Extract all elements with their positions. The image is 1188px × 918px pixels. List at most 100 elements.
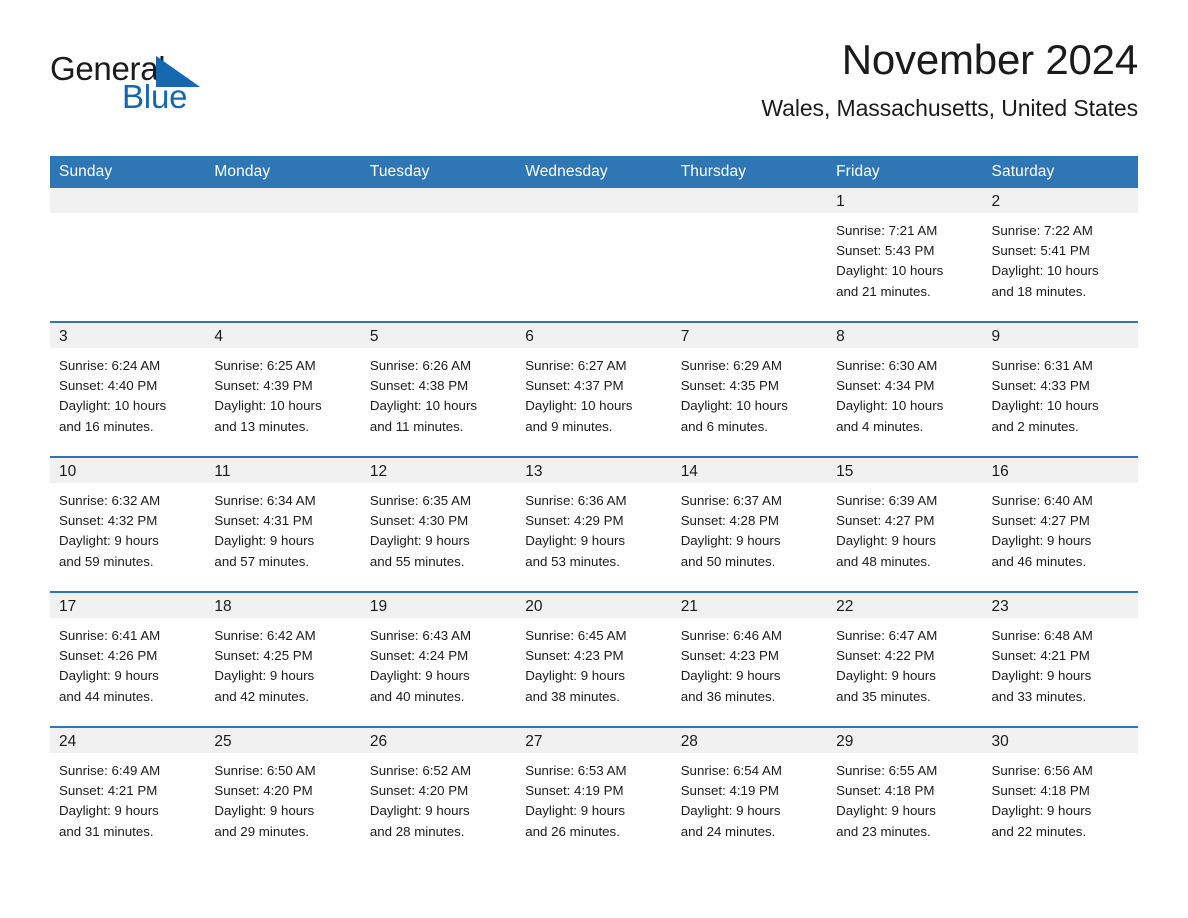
day-number: 29 bbox=[827, 728, 983, 753]
calendar-week-row: 3 Sunrise: 6:24 AM Sunset: 4:40 PM Daylight… bbox=[50, 321, 1138, 457]
calendar-day-cell[interactable]: 30 Sunrise: 6:56 AM Sunset: 4:18 PM Dayligh… bbox=[982, 726, 1138, 861]
calendar-day-cell[interactable]: 17 Sunrise: 6:41 AM Sunset: 4:26 PM Dayligh… bbox=[50, 591, 206, 727]
daylight-duration-line2: and 23 minutes. bbox=[836, 823, 931, 839]
daylight-duration-line2: and 21 minutes. bbox=[836, 283, 931, 299]
day-number bbox=[360, 188, 517, 213]
calendar-day-cell[interactable]: 23 Sunrise: 6:48 AM Sunset: 4:21 PM Dayligh… bbox=[982, 591, 1138, 727]
calendar-day-cell[interactable]: 22 Sunrise: 6:47 AM Sunset: 4:22 PM Dayligh… bbox=[827, 591, 983, 727]
sunset-time: Sunset: 4:23 PM bbox=[525, 648, 624, 664]
day-number: 17 bbox=[50, 593, 206, 618]
daylight-duration-line2: and 26 minutes. bbox=[525, 823, 620, 839]
calendar-day-cell[interactable]: 1 Sunrise: 7:21 AM Sunset: 5:43 PM Daylight… bbox=[827, 188, 983, 322]
day-details: Sunrise: 6:52 AM Sunset: 4:20 PM Daylight:… bbox=[361, 753, 516, 842]
general-blue-logo[interactable]: General Blue bbox=[50, 44, 200, 113]
daylight-duration-line2: and 55 minutes. bbox=[369, 553, 465, 569]
weekday-header-tuesday: Tuesday bbox=[360, 156, 517, 188]
sunrise-time: Sunrise: 6:45 AM bbox=[525, 628, 627, 643]
calendar-day-cell[interactable]: 19 Sunrise: 6:43 AM Sunset: 4:24 PM Dayligh… bbox=[360, 591, 517, 727]
daylight-duration-line1: Daylight: 9 hours bbox=[836, 533, 936, 549]
calendar-day-cell[interactable]: 21 Sunrise: 6:46 AM Sunset: 4:23 PM Dayligh… bbox=[671, 591, 828, 727]
sunset-time: Sunset: 5:41 PM bbox=[991, 243, 1090, 259]
day-number: 13 bbox=[516, 458, 672, 483]
day-cell-inner: 30 Sunrise: 6:56 AM Sunset: 4:18 PM Dayligh… bbox=[982, 728, 1138, 861]
daylight-duration-line2: and 57 minutes. bbox=[214, 553, 310, 569]
daylight-duration-line2: and 46 minutes. bbox=[991, 553, 1087, 569]
calendar-day-cell[interactable]: 26 Sunrise: 6:52 AM Sunset: 4:20 PM Dayligh… bbox=[360, 726, 517, 861]
daylight-duration-line1: Daylight: 9 hours bbox=[680, 668, 781, 684]
daylight-duration-line1: Daylight: 9 hours bbox=[214, 803, 315, 819]
sunset-time: Sunset: 4:20 PM bbox=[369, 783, 469, 799]
calendar-empty-cell bbox=[516, 188, 672, 322]
calendar-week-row: 1 Sunrise: 7:21 AM Sunset: 5:43 PM Daylight… bbox=[50, 188, 1138, 322]
sunset-time: Sunset: 4:25 PM bbox=[214, 648, 313, 664]
sunset-time: Sunset: 4:27 PM bbox=[991, 513, 1090, 529]
sunrise-time: Sunrise: 6:46 AM bbox=[680, 628, 782, 643]
calendar-day-cell[interactable]: 3 Sunrise: 6:24 AM Sunset: 4:40 PM Daylight… bbox=[50, 321, 206, 457]
daylight-duration-line1: Daylight: 10 hours bbox=[991, 263, 1099, 279]
sunset-time: Sunset: 4:23 PM bbox=[680, 648, 779, 664]
sunrise-time: Sunrise: 6:48 AM bbox=[991, 628, 1093, 643]
day-details: Sunrise: 6:31 AM Sunset: 4:33 PM Daylight:… bbox=[983, 348, 1138, 437]
calendar-day-cell[interactable]: 10 Sunrise: 6:32 AM Sunset: 4:32 PM Dayligh… bbox=[50, 456, 206, 592]
calendar-day-cell[interactable]: 18 Sunrise: 6:42 AM Sunset: 4:25 PM Dayligh… bbox=[205, 591, 361, 727]
day-details: Sunrise: 6:42 AM Sunset: 4:25 PM Daylight:… bbox=[205, 618, 360, 707]
sunset-time: Sunset: 5:43 PM bbox=[836, 243, 935, 259]
sunrise-time: Sunrise: 6:41 AM bbox=[59, 628, 161, 643]
sunset-time: Sunset: 4:39 PM bbox=[214, 378, 313, 394]
day-cell-inner: 1 Sunrise: 7:21 AM Sunset: 5:43 PM Daylight… bbox=[827, 188, 983, 321]
title-block: November 2024 Wales, Massachusetts, Unit… bbox=[200, 36, 1138, 122]
day-cell-inner: 10 Sunrise: 6:32 AM Sunset: 4:32 PM Dayligh… bbox=[50, 458, 206, 591]
calendar-day-cell[interactable]: 9 Sunrise: 6:31 AM Sunset: 4:33 PM Daylight… bbox=[982, 321, 1138, 457]
day-number: 9 bbox=[982, 323, 1138, 348]
sunrise-time: Sunrise: 6:25 AM bbox=[214, 358, 316, 373]
calendar-day-cell[interactable]: 28 Sunrise: 6:54 AM Sunset: 4:19 PM Dayligh… bbox=[671, 726, 828, 861]
calendar-day-cell[interactable]: 8 Sunrise: 6:30 AM Sunset: 4:34 PM Daylight… bbox=[827, 321, 983, 457]
calendar-day-cell[interactable]: 5 Sunrise: 6:26 AM Sunset: 4:38 PM Daylight… bbox=[360, 321, 517, 457]
daylight-duration-line2: and 6 minutes. bbox=[680, 418, 768, 434]
day-cell-inner: 15 Sunrise: 6:39 AM Sunset: 4:27 PM Dayligh… bbox=[827, 458, 983, 591]
day-number: 30 bbox=[982, 728, 1138, 753]
page-title: November 2024 bbox=[841, 36, 1138, 83]
sunrise-time: Sunrise: 6:42 AM bbox=[214, 628, 316, 643]
day-details: Sunrise: 6:56 AM Sunset: 4:18 PM Daylight:… bbox=[983, 753, 1138, 842]
calendar-day-cell[interactable]: 6 Sunrise: 6:27 AM Sunset: 4:37 PM Daylight… bbox=[516, 321, 672, 457]
calendar-day-cell[interactable]: 4 Sunrise: 6:25 AM Sunset: 4:39 PM Daylight… bbox=[205, 321, 361, 457]
sunrise-time: Sunrise: 6:52 AM bbox=[369, 763, 472, 778]
calendar-empty-cell bbox=[205, 188, 361, 322]
calendar-day-cell[interactable]: 29 Sunrise: 6:55 AM Sunset: 4:18 PM Dayligh… bbox=[827, 726, 983, 861]
sunrise-time: Sunrise: 6:49 AM bbox=[59, 763, 161, 778]
day-details: Sunrise: 6:45 AM Sunset: 4:23 PM Daylight:… bbox=[516, 618, 671, 707]
calendar-day-cell[interactable]: 2 Sunrise: 7:22 AM Sunset: 5:41 PM Daylight… bbox=[982, 188, 1138, 322]
calendar-day-cell[interactable]: 27 Sunrise: 6:53 AM Sunset: 4:19 PM Dayligh… bbox=[516, 726, 672, 861]
calendar-day-cell[interactable]: 13 Sunrise: 6:36 AM Sunset: 4:29 PM Dayligh… bbox=[516, 456, 672, 592]
sunset-time: Sunset: 4:21 PM bbox=[991, 648, 1090, 664]
daylight-duration-line2: and 36 minutes. bbox=[680, 688, 776, 704]
calendar-day-cell[interactable]: 24 Sunrise: 6:49 AM Sunset: 4:21 PM Dayligh… bbox=[50, 726, 206, 861]
sunrise-sunset-calendar: Sunday Monday Tuesday Wednesday Thursday… bbox=[50, 156, 1138, 861]
sunset-time: Sunset: 4:28 PM bbox=[680, 513, 779, 529]
calendar-day-cell[interactable]: 16 Sunrise: 6:40 AM Sunset: 4:27 PM Dayligh… bbox=[982, 456, 1138, 592]
day-number: 5 bbox=[360, 323, 517, 348]
sunset-time: Sunset: 4:18 PM bbox=[991, 783, 1090, 799]
calendar-week-row: 24 Sunrise: 6:49 AM Sunset: 4:21 PM Dayligh… bbox=[50, 726, 1138, 861]
daylight-duration-line2: and 13 minutes. bbox=[214, 418, 310, 434]
daylight-duration-line2: and 11 minutes. bbox=[369, 418, 464, 434]
day-cell-inner: 20 Sunrise: 6:45 AM Sunset: 4:23 PM Dayligh… bbox=[516, 593, 672, 726]
calendar-day-cell[interactable]: 25 Sunrise: 6:50 AM Sunset: 4:20 PM Dayligh… bbox=[205, 726, 361, 861]
day-cell-inner bbox=[516, 188, 672, 321]
calendar-day-cell[interactable]: 7 Sunrise: 6:29 AM Sunset: 4:35 PM Daylight… bbox=[671, 321, 828, 457]
day-number bbox=[50, 188, 206, 213]
calendar-day-cell[interactable]: 14 Sunrise: 6:37 AM Sunset: 4:28 PM Dayligh… bbox=[671, 456, 828, 592]
sunset-time: Sunset: 4:26 PM bbox=[59, 648, 158, 664]
daylight-duration-line1: Daylight: 9 hours bbox=[525, 803, 626, 819]
sunrise-time: Sunrise: 6:37 AM bbox=[680, 493, 782, 508]
day-details: Sunrise: 6:40 AM Sunset: 4:27 PM Daylight:… bbox=[983, 483, 1138, 572]
day-details: Sunrise: 6:43 AM Sunset: 4:24 PM Daylight:… bbox=[361, 618, 516, 707]
calendar-day-cell[interactable]: 12 Sunrise: 6:35 AM Sunset: 4:30 PM Dayligh… bbox=[360, 456, 517, 592]
calendar-day-cell[interactable]: 11 Sunrise: 6:34 AM Sunset: 4:31 PM Dayligh… bbox=[205, 456, 361, 592]
calendar-week-row: 17 Sunrise: 6:41 AM Sunset: 4:26 PM Dayligh… bbox=[50, 591, 1138, 727]
calendar-day-cell[interactable]: 20 Sunrise: 6:45 AM Sunset: 4:23 PM Dayligh… bbox=[516, 591, 672, 727]
weekday-header-sunday: Sunday bbox=[50, 156, 206, 188]
calendar-day-cell[interactable]: 15 Sunrise: 6:39 AM Sunset: 4:27 PM Dayligh… bbox=[827, 456, 983, 592]
sunrise-time: Sunrise: 6:27 AM bbox=[525, 358, 627, 373]
